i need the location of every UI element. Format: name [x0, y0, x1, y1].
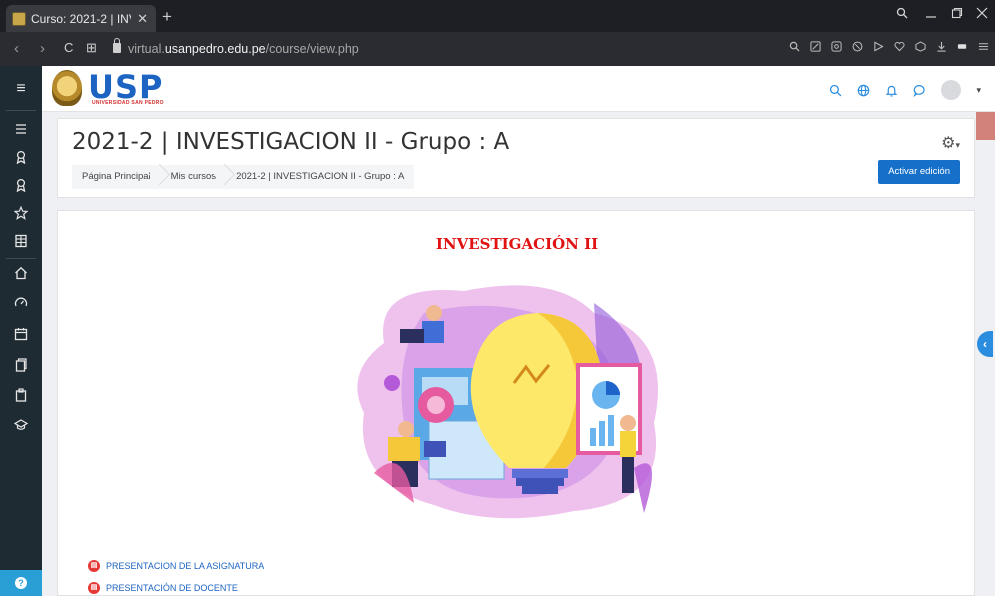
resource-link[interactable]: ▤ PRESENTACIÓN DE DOCENTE — [88, 577, 264, 596]
university-seal-logo[interactable] — [52, 70, 82, 106]
site-header: USP UNIVERSIDAD SAN PEDRO ▾ — [42, 66, 995, 112]
site-logo-subtitle: UNIVERSIDAD SAN PEDRO — [92, 100, 164, 106]
speed-dial-icon[interactable]: ⊞ — [86, 40, 97, 56]
course-content: INVESTIGACIÓN II ▤ PRESENTACION DE LA AS… — [57, 210, 975, 596]
course-heading: INVESTIGACIÓN II — [435, 235, 599, 253]
badges-icon[interactable] — [0, 150, 42, 167]
url-prefix: virtual. — [128, 42, 165, 56]
pdf-icon: ▤ — [88, 560, 100, 572]
breadcrumb-item-my-courses[interactable]: Mis cursos — [161, 165, 226, 189]
side-decoration — [976, 112, 995, 140]
pdf-icon: ▤ — [88, 582, 100, 594]
favorites-icon[interactable] — [894, 41, 905, 52]
resource-title[interactable]: PRESENTACIÓN DE DOCENTE — [106, 583, 238, 593]
minimize-icon[interactable] — [925, 6, 937, 23]
browser-tab[interactable]: Curso: 2021-2 | INVESTIGAC ✕ — [6, 5, 156, 32]
url-field[interactable]: virtual.usanpedro.edu.pe/course/view.php — [128, 42, 359, 56]
breadcrumb: Página Principal Mis cursos 2021-2 | INV… — [72, 165, 415, 189]
url-path: /course/view.php — [265, 42, 359, 56]
open-block-drawer-button[interactable]: ‹ — [977, 331, 993, 357]
home-icon[interactable] — [0, 266, 42, 283]
calendar-icon[interactable] — [0, 327, 42, 344]
restore-icon[interactable] — [951, 6, 963, 23]
turn-editing-on-button[interactable]: Activar edición — [878, 160, 960, 184]
language-globe-icon[interactable] — [857, 84, 870, 97]
forward-button[interactable]: › — [40, 40, 45, 57]
breadcrumb-item-course[interactable]: 2021-2 | INVESTIGACION II - Grupo : A — [226, 165, 414, 189]
battery-icon[interactable] — [957, 41, 968, 52]
course-resources: ▤ PRESENTACION DE LA ASIGNATURA ▤ PRESEN… — [88, 555, 264, 596]
search-icon[interactable] — [829, 84, 842, 97]
favicon-icon — [12, 11, 26, 26]
extensions-icon[interactable] — [915, 41, 926, 52]
resource-link[interactable]: ▤ PRESENTACION DE LA ASIGNATURA — [88, 555, 264, 577]
new-tab-button[interactable]: + — [162, 7, 172, 27]
notifications-bell-icon[interactable] — [885, 84, 898, 97]
course-settings-gear-icon[interactable]: ⚙▾ — [941, 133, 960, 153]
browser-toolbar-icons — [789, 41, 989, 52]
rail-divider — [6, 258, 36, 259]
course-graduation-icon[interactable] — [0, 418, 42, 435]
search-tabs-icon[interactable] — [896, 6, 908, 23]
player-icon[interactable] — [873, 41, 884, 52]
help-button[interactable]: ? — [0, 570, 42, 596]
close-tab-icon[interactable]: ✕ — [137, 11, 148, 27]
address-bar: ‹ › C ⊞ virtual.usanpedro.edu.pe/course/… — [0, 32, 995, 66]
page-title: 2021-2 | INVESTIGACION II - Grupo : A — [72, 129, 510, 155]
block-ads-icon[interactable] — [852, 41, 863, 52]
menu-toggle-icon[interactable]: ≡ — [0, 80, 42, 98]
help-icon: ? — [15, 577, 27, 589]
dashboard-icon[interactable] — [0, 296, 42, 313]
reload-button[interactable]: C — [64, 40, 73, 55]
close-window-icon[interactable] — [976, 6, 988, 23]
header-icons: ▾ — [829, 80, 981, 100]
tab-title: Curso: 2021-2 | INVESTIGAC — [31, 11, 131, 26]
download-icon[interactable] — [936, 41, 947, 52]
grades-icon[interactable] — [0, 234, 42, 251]
my-courses-icon[interactable] — [0, 388, 42, 405]
back-button[interactable]: ‹ — [14, 40, 19, 57]
messages-bubble-icon[interactable] — [913, 84, 926, 97]
course-banner-illustration — [357, 285, 658, 519]
nav-drawer-rail: ≡ ? — [0, 66, 42, 596]
lock-icon — [113, 38, 121, 53]
easy-files-icon[interactable] — [978, 41, 989, 52]
url-domain: usanpedro.edu.pe — [164, 42, 266, 56]
page-header: 2021-2 | INVESTIGACION II - Grupo : A ⚙▾… — [57, 118, 975, 198]
snapshot-icon[interactable] — [831, 41, 842, 52]
star-icon[interactable] — [0, 205, 42, 223]
participants-icon[interactable] — [0, 122, 42, 139]
rail-divider — [6, 110, 36, 111]
browser-tabbar: Curso: 2021-2 | INVESTIGAC ✕ + — [0, 0, 995, 32]
competencies-icon[interactable] — [0, 178, 42, 195]
easy-setup-icon[interactable] — [810, 41, 821, 52]
search-page-icon[interactable] — [789, 41, 800, 52]
breadcrumb-item-home[interactable]: Página Principal — [72, 165, 161, 189]
user-avatar[interactable] — [941, 80, 962, 100]
user-menu-caret-icon[interactable]: ▾ — [976, 85, 981, 96]
resource-title[interactable]: PRESENTACION DE LA ASIGNATURA — [106, 561, 264, 571]
private-files-icon[interactable] — [0, 358, 42, 375]
